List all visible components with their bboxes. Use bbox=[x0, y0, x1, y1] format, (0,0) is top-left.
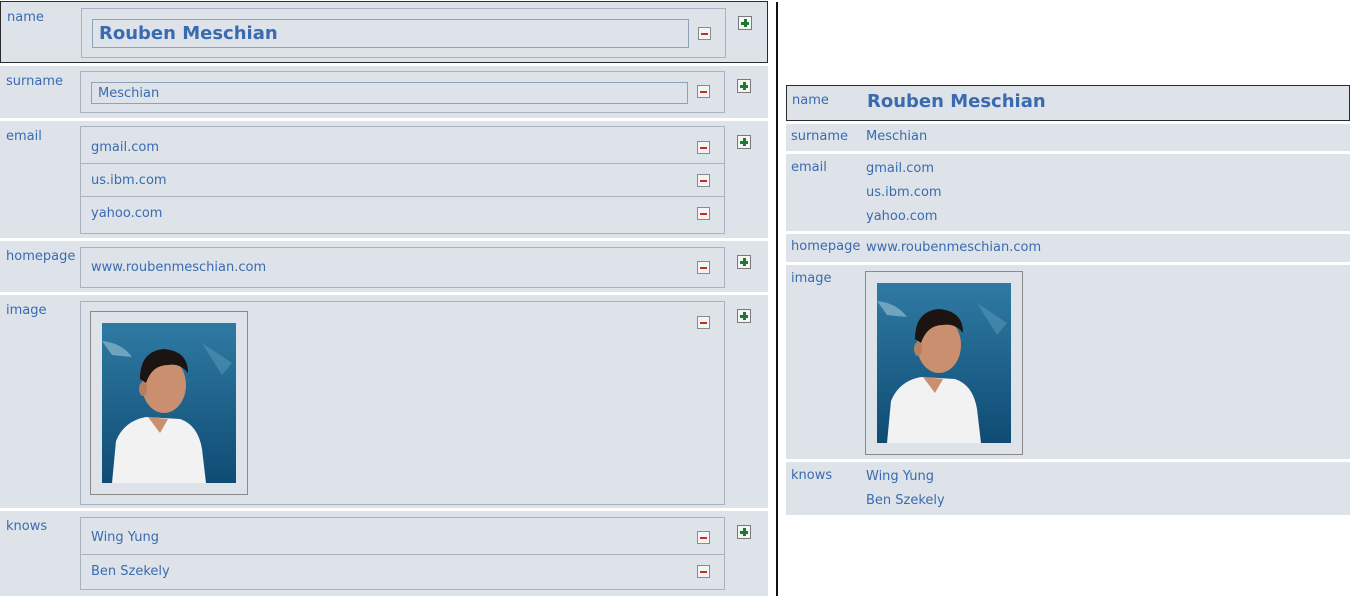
viewer-surname-value: Meschian bbox=[866, 129, 928, 144]
knows-value: Ben Szekely bbox=[91, 564, 170, 579]
viewer-homepage-label: homepage bbox=[791, 239, 861, 254]
name-input[interactable]: Rouben Meschian bbox=[92, 19, 689, 48]
viewer-email-value: yahoo.com bbox=[866, 209, 938, 224]
image-label: image bbox=[6, 303, 47, 318]
email-row[interactable]: email gmail.com us.ibm.com yahoo.com bbox=[0, 121, 768, 238]
image-row[interactable]: image bbox=[0, 295, 768, 508]
email-values-box: gmail.com us.ibm.com yahoo.com bbox=[80, 126, 725, 234]
email-value: gmail.com bbox=[91, 140, 160, 155]
viewer-email-row[interactable]: email gmail.com us.ibm.com yahoo.com bbox=[786, 154, 1350, 231]
email-item[interactable]: gmail.com bbox=[81, 127, 724, 163]
knows-value: Wing Yung bbox=[91, 530, 159, 545]
profile-photo bbox=[102, 323, 236, 483]
viewer-knows-row[interactable]: knows Wing Yung Ben Szekely bbox=[786, 462, 1350, 515]
remove-homepage-minus-icon[interactable] bbox=[697, 261, 710, 274]
remove-knows-minus-icon[interactable] bbox=[697, 531, 710, 544]
viewer-profile-photo-image bbox=[877, 283, 1011, 443]
viewer-name-label: name bbox=[792, 93, 829, 108]
name-row[interactable]: name Rouben Meschian bbox=[0, 1, 768, 63]
viewer-name-value: Rouben Meschian bbox=[867, 91, 1046, 112]
viewer-surname-label: surname bbox=[791, 129, 848, 144]
email-label: email bbox=[6, 129, 42, 144]
viewer-homepage-value: www.roubenmeschian.com bbox=[866, 240, 1042, 255]
add-surname-plus-icon[interactable] bbox=[737, 79, 751, 93]
viewer-homepage-row[interactable]: homepage www.roubenmeschian.com bbox=[786, 234, 1350, 262]
knows-values-box: Wing Yung Ben Szekely bbox=[80, 517, 725, 590]
viewer-email-label: email bbox=[791, 160, 827, 175]
email-item[interactable]: us.ibm.com bbox=[81, 163, 724, 196]
viewer-knows-value: Ben Szekely bbox=[866, 493, 945, 508]
add-name-plus-icon[interactable] bbox=[738, 16, 752, 30]
homepage-value: www.roubenmeschian.com bbox=[91, 260, 267, 275]
add-email-plus-icon[interactable] bbox=[737, 135, 751, 149]
email-value: yahoo.com bbox=[91, 206, 163, 221]
viewer-email-value: us.ibm.com bbox=[866, 185, 942, 200]
remove-email-minus-icon[interactable] bbox=[697, 207, 710, 220]
surname-input[interactable]: Meschian bbox=[91, 82, 688, 104]
viewer-name-row[interactable]: name Rouben Meschian bbox=[786, 85, 1350, 121]
viewer-image-frame bbox=[865, 271, 1023, 455]
knows-row[interactable]: knows Wing Yung Ben Szekely bbox=[0, 511, 768, 596]
add-homepage-plus-icon[interactable] bbox=[737, 255, 751, 269]
surname-values-box: Meschian bbox=[80, 71, 725, 113]
remove-image-minus-icon[interactable] bbox=[697, 316, 710, 329]
viewer-image-label: image bbox=[791, 271, 832, 286]
knows-item[interactable]: Wing Yung bbox=[81, 518, 724, 554]
viewer-image-row[interactable]: image bbox=[786, 265, 1350, 459]
surname-row[interactable]: surname Meschian bbox=[0, 66, 768, 118]
knows-label: knows bbox=[6, 519, 48, 534]
name-label: name bbox=[7, 10, 44, 25]
homepage-label: homepage bbox=[6, 249, 76, 264]
remove-email-minus-icon[interactable] bbox=[697, 174, 710, 187]
remove-name-minus-icon[interactable] bbox=[698, 27, 711, 40]
viewer-email-value: gmail.com bbox=[866, 161, 935, 176]
image-frame[interactable] bbox=[90, 311, 248, 495]
surname-input-value: Meschian bbox=[98, 86, 160, 101]
add-knows-plus-icon[interactable] bbox=[737, 525, 751, 539]
homepage-values-box: www.roubenmeschian.com bbox=[80, 247, 725, 288]
email-value: us.ibm.com bbox=[91, 173, 167, 188]
remove-knows-minus-icon[interactable] bbox=[697, 565, 710, 578]
viewer-surname-row[interactable]: surname Meschian bbox=[786, 124, 1350, 151]
name-input-value: Rouben Meschian bbox=[99, 23, 278, 44]
homepage-row[interactable]: homepage www.roubenmeschian.com bbox=[0, 241, 768, 292]
viewer-knows-value: Wing Yung bbox=[866, 469, 934, 484]
profile-photo-image bbox=[102, 323, 236, 483]
remove-email-minus-icon[interactable] bbox=[697, 141, 710, 154]
knows-item[interactable]: Ben Szekely bbox=[81, 554, 724, 590]
add-image-plus-icon[interactable] bbox=[737, 309, 751, 323]
name-values-box: Rouben Meschian bbox=[81, 8, 726, 58]
panel-divider bbox=[776, 2, 778, 596]
image-values-box bbox=[80, 301, 725, 505]
viewer-profile-photo bbox=[877, 283, 1011, 443]
email-item[interactable]: yahoo.com bbox=[81, 196, 724, 234]
remove-surname-minus-icon[interactable] bbox=[697, 85, 710, 98]
editor-panel: name Rouben Meschian surname Meschian em… bbox=[0, 0, 768, 598]
surname-label: surname bbox=[6, 74, 63, 89]
viewer-knows-label: knows bbox=[791, 468, 833, 483]
